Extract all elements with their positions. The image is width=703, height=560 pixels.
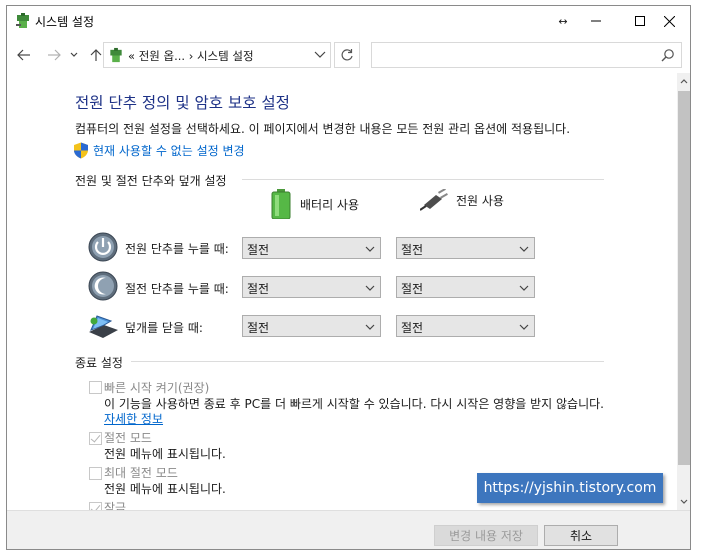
- page-description: 컴퓨터의 전원 설정을 선택하세요. 이 페이지에서 변경한 내용은 모든 전원…: [75, 122, 571, 136]
- arrow-left-icon: [17, 49, 30, 61]
- chevron-down-icon: [680, 499, 688, 504]
- sleep-mode-checkbox[interactable]: [89, 432, 102, 445]
- select-value: 절전: [401, 243, 424, 257]
- power-section-heading: 전원 및 절전 단추와 덮개 설정: [75, 174, 227, 188]
- lid-close-label: 덮개를 닫을 때:: [125, 321, 203, 335]
- forward-button[interactable]: [44, 44, 64, 66]
- chevron-down-icon: [519, 324, 529, 330]
- select-value: 절전: [401, 282, 424, 296]
- chevron-up-icon: [680, 79, 688, 84]
- sleep-button-icon: [88, 271, 118, 301]
- minimize-button[interactable]: [574, 6, 618, 36]
- select-value: 절전: [401, 321, 424, 335]
- uac-shield-icon: [74, 142, 88, 158]
- more-info-link[interactable]: 자세한 정보: [104, 410, 163, 427]
- select-value: 절전: [247, 321, 270, 335]
- address-path[interactable]: « 전원 옵... › 시스템 설정: [128, 48, 254, 64]
- hibernate-checkbox[interactable]: [89, 467, 102, 480]
- battery-column-label: 배터리 사용: [300, 197, 360, 212]
- power-button-label: 전원 단추를 누를 때:: [125, 242, 229, 256]
- search-icon: [661, 49, 674, 62]
- battery-icon: [271, 189, 291, 219]
- lock-checkbox[interactable]: [89, 502, 102, 510]
- chevron-down-icon: [70, 52, 78, 57]
- battery-column-header: 배터리 사용: [270, 189, 359, 219]
- chevron-down-icon: [365, 324, 375, 330]
- sleep-mode-description: 전원 메뉴에 표시됩니다.: [104, 447, 226, 461]
- main-content: 전원 단추 정의 및 암호 보호 설정 컴퓨터의 전원 설정을 선택하세요. 이…: [7, 73, 677, 510]
- laptop-lid-icon: [89, 315, 118, 338]
- chevron-down-icon: [365, 246, 375, 252]
- select-value: 절전: [247, 243, 270, 257]
- fast-startup-label: 빠른 시작 켜기(권장): [104, 381, 210, 395]
- plugged-column-header: 전원 사용: [420, 189, 504, 211]
- select-value: 절전: [247, 282, 270, 296]
- save-changes-button[interactable]: 변경 내용 저장: [434, 525, 538, 546]
- arrow-up-icon: [90, 49, 102, 61]
- arrow-right-icon: [48, 49, 61, 61]
- power-button-icon: [88, 232, 118, 262]
- page-title: 전원 단추 정의 및 암호 보호 설정: [75, 94, 290, 112]
- sleep-button-plugged-select[interactable]: 절전: [396, 276, 535, 298]
- resize-icon[interactable]: ↔: [552, 6, 574, 36]
- chevron-down-icon: [365, 285, 375, 291]
- sleep-button-label: 절전 단추를 누를 때:: [125, 282, 229, 296]
- sleep-button-battery-select[interactable]: 절전: [242, 276, 381, 298]
- plugged-column-label: 전원 사용: [456, 193, 504, 208]
- scroll-down-button[interactable]: [677, 493, 690, 510]
- title-bar: 시스템 설정 ↔: [7, 6, 690, 36]
- chevron-down-icon: [519, 285, 529, 291]
- hibernate-label: 최대 절전 모드: [104, 466, 178, 480]
- chevron-down-icon: [519, 246, 529, 252]
- power-options-icon: [16, 13, 29, 28]
- scrollbar-thumb[interactable]: [678, 91, 690, 465]
- lid-close-plugged-select[interactable]: 절전: [396, 315, 535, 337]
- power-button-battery-select[interactable]: 절전: [242, 237, 381, 259]
- close-icon: [663, 15, 675, 27]
- sleep-mode-label: 절전 모드: [104, 431, 152, 445]
- refresh-button[interactable]: [334, 42, 360, 68]
- address-bar[interactable]: « 전원 옵... › 시스템 설정: [103, 42, 331, 68]
- watermark-banner: https://yjshin.tistory.com: [477, 473, 663, 503]
- change-settings-label[interactable]: 현재 사용할 수 없는 설정 변경: [93, 142, 245, 159]
- fast-startup-checkbox[interactable]: [89, 381, 102, 394]
- fast-startup-description: 이 기능을 사용하면 종료 후 PC를 더 빠르게 시작할 수 있습니다. 다시…: [104, 397, 604, 411]
- window-title: 시스템 설정: [35, 15, 95, 29]
- dialog-footer: 변경 내용 저장 취소: [7, 510, 690, 549]
- chevron-down-icon[interactable]: [314, 49, 326, 61]
- power-plug-icon: [420, 189, 448, 211]
- section-divider: [242, 179, 604, 180]
- hibernate-description: 전원 메뉴에 표시됩니다.: [104, 482, 226, 496]
- control-panel-window: 시스템 설정 ↔ « 전원 옵... › 시스템 설정 전원 단추 정의 및 암…: [6, 5, 691, 550]
- lid-close-battery-select[interactable]: 절전: [242, 315, 381, 337]
- maximize-icon: [635, 16, 645, 26]
- refresh-icon: [341, 49, 353, 61]
- recent-locations-button[interactable]: [67, 44, 81, 66]
- minimize-icon: [591, 20, 601, 22]
- lock-label: 잠금: [104, 501, 127, 510]
- shutdown-section-heading: 종료 설정: [75, 356, 123, 370]
- power-options-icon: [110, 47, 122, 63]
- navigation-bar: « 전원 옵... › 시스템 설정: [7, 40, 690, 70]
- change-settings-link[interactable]: 현재 사용할 수 없는 설정 변경: [73, 141, 245, 159]
- vertical-scrollbar[interactable]: [677, 73, 690, 510]
- back-button[interactable]: [14, 44, 34, 66]
- power-button-plugged-select[interactable]: 절전: [396, 237, 535, 259]
- cancel-button[interactable]: 취소: [544, 525, 618, 546]
- section-divider: [131, 361, 604, 362]
- search-input[interactable]: [371, 42, 682, 68]
- close-button[interactable]: [647, 6, 690, 36]
- scroll-up-button[interactable]: [677, 73, 690, 90]
